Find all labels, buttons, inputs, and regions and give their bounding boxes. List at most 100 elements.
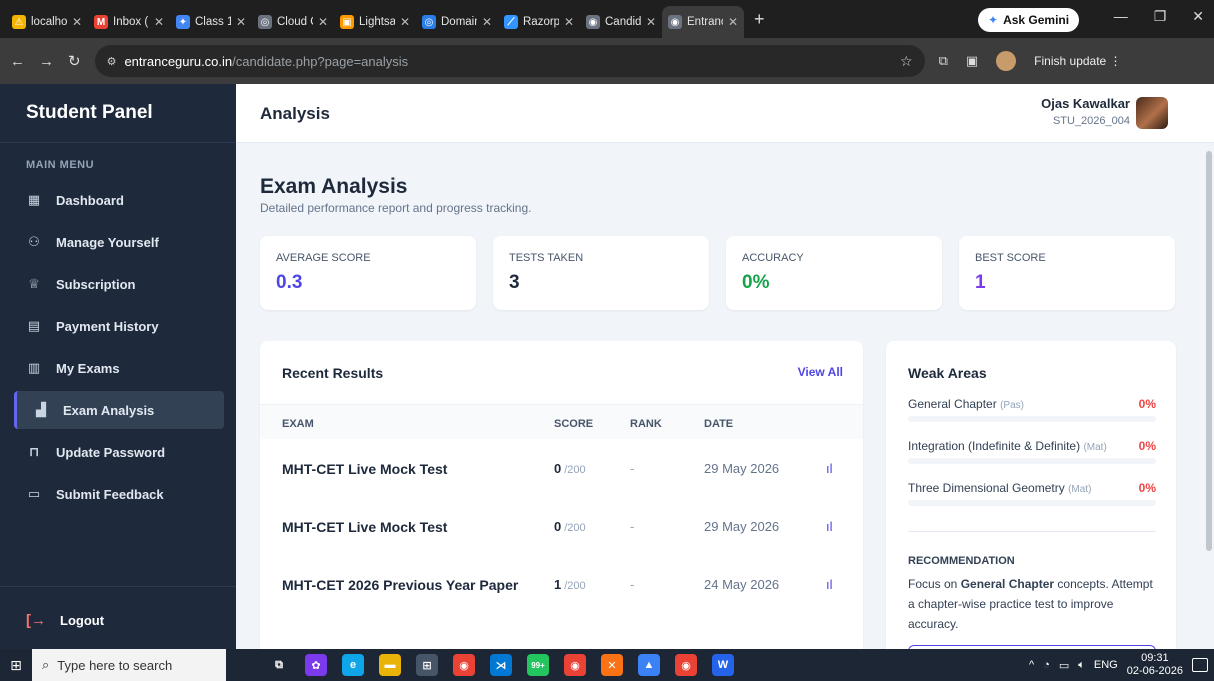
tab-close-icon[interactable]: ✕ bbox=[400, 15, 410, 29]
tab-favicon-icon: ◎ bbox=[258, 15, 272, 29]
sidebar-item-payment-history[interactable]: ▤ Payment History bbox=[14, 307, 224, 345]
volume-icon[interactable]: 🔈︎ bbox=[1078, 659, 1085, 672]
page-scrollbar[interactable] bbox=[1204, 143, 1214, 649]
table-row[interactable]: MHT-CET 2026 Previous Year Paper 1/200 - 24… bbox=[260, 555, 863, 613]
section-subtitle: Detailed performance report and progress… bbox=[260, 201, 532, 215]
sidebar-item-subscription[interactable]: ♕ Subscription bbox=[14, 265, 224, 303]
vscode-icon[interactable]: ⋊ bbox=[490, 654, 512, 676]
ask-gemini-label: Ask Gemini bbox=[1003, 13, 1070, 27]
minimize-icon[interactable]: — bbox=[1114, 8, 1128, 25]
reload-icon[interactable]: ↻ bbox=[68, 52, 81, 70]
file-explorer-icon[interactable]: ▬ bbox=[379, 654, 401, 676]
subject-tag: (Mat) bbox=[1068, 484, 1092, 495]
col-rank: RANK bbox=[630, 418, 662, 430]
site-info-icon[interactable]: ⚙ bbox=[107, 55, 117, 68]
windows-taskbar: ⊞ ⌕ Type here to search ⧉ ✿ e ▬ ⊞ ◉ ⋊ 99+ ◉ ✕ ▲ ◉ W … bbox=[0, 649, 1214, 681]
browser-tab[interactable]: ✦ Class 1: ✕ bbox=[170, 8, 252, 36]
tab-close-icon[interactable]: ✕ bbox=[482, 15, 492, 29]
task-view-icon[interactable]: ⧉ bbox=[268, 654, 290, 676]
xampp-icon[interactable]: ✕ bbox=[601, 654, 623, 676]
back-icon[interactable]: ← bbox=[10, 53, 25, 70]
view-all-link[interactable]: View All bbox=[798, 365, 843, 379]
close-window-icon[interactable]: ✕ bbox=[1192, 8, 1204, 25]
finish-update-label: Finish update bbox=[1034, 54, 1107, 68]
browser-tab[interactable]: ▣ Lightsa ✕ bbox=[334, 8, 416, 36]
tab-favicon-icon: ▣ bbox=[340, 15, 354, 29]
sidebar-item-update-password[interactable]: ⊓ Update Password bbox=[14, 433, 224, 471]
rec-focus-topic: General Chapter bbox=[960, 577, 1055, 591]
store-icon[interactable]: ⊞ bbox=[416, 654, 438, 676]
tab-close-icon[interactable]: ✕ bbox=[728, 15, 738, 29]
url-domain: entranceguru.co.in bbox=[124, 53, 233, 69]
browser-tab[interactable]: ◎ Domain ✕ bbox=[416, 8, 498, 36]
logout-button[interactable]: [→ Logout bbox=[26, 612, 104, 629]
avatar[interactable] bbox=[1136, 97, 1168, 129]
copilot-icon[interactable]: ✿ bbox=[305, 654, 327, 676]
scrollbar-thumb[interactable] bbox=[1206, 151, 1212, 551]
word-icon[interactable]: W bbox=[712, 654, 734, 676]
reading-list-icon[interactable]: ▣ bbox=[966, 53, 978, 69]
user-id: STU_2026_004 bbox=[1052, 115, 1130, 127]
exam-name: MHT-CET Live Mock Test bbox=[282, 519, 448, 535]
chrome-icon[interactable]: ◉ bbox=[453, 654, 475, 676]
chrome-icon-2[interactable]: ◉ bbox=[564, 654, 586, 676]
clock[interactable]: 09:31 02-06-2026 bbox=[1127, 652, 1183, 678]
app-icon[interactable]: ▲ bbox=[638, 654, 660, 676]
address-bar[interactable]: ⚙ entranceguru.co.in/candidate.php?page=… bbox=[94, 45, 925, 77]
profile-avatar[interactable] bbox=[996, 51, 1017, 71]
tab-close-icon[interactable]: ✕ bbox=[154, 15, 164, 29]
bar-chart-icon[interactable]: ıl bbox=[826, 519, 833, 534]
ask-gemini-button[interactable]: ✦ Ask Gemini bbox=[978, 8, 1080, 32]
tab-favicon-icon: ◉ bbox=[586, 15, 600, 29]
section-title: Exam Analysis bbox=[260, 175, 408, 198]
taskbar-search-box[interactable]: ⌕ Type here to search bbox=[32, 649, 226, 681]
stat-label: TESTS TAKEN bbox=[509, 252, 584, 264]
tab-close-icon[interactable]: ✕ bbox=[646, 15, 656, 29]
stat-label: ACCURACY bbox=[742, 252, 804, 264]
sidebar-item-exam-analysis[interactable]: ▟ Exam Analysis bbox=[14, 391, 224, 429]
edge-icon[interactable]: e bbox=[342, 654, 364, 676]
exam-name: MHT-CET 2026 Previous Year Paper bbox=[282, 577, 519, 593]
bar-chart-icon[interactable]: ıl bbox=[826, 577, 833, 592]
sidebar-item-my-exams[interactable]: ▥ My Exams bbox=[14, 349, 224, 387]
battery-icon[interactable]: ▭ bbox=[1059, 659, 1069, 672]
sidebar-item-submit-feedback[interactable]: ▭ Submit Feedback bbox=[14, 475, 224, 513]
extensions-icon[interactable]: ⧉ bbox=[939, 53, 948, 69]
subject-tag: (Mat) bbox=[1083, 442, 1107, 453]
tray-chevron-icon[interactable]: ^ bbox=[1029, 659, 1034, 671]
tab-favicon-icon: ◎ bbox=[422, 15, 436, 29]
bookmark-star-icon[interactable]: ☆ bbox=[900, 53, 913, 70]
weak-area-progress-bar bbox=[908, 500, 1156, 506]
tab-close-icon[interactable]: ✕ bbox=[318, 15, 328, 29]
tab-close-icon[interactable]: ✕ bbox=[72, 15, 82, 29]
windows-start-icon[interactable]: ⊞ bbox=[0, 649, 32, 681]
browser-tab[interactable]: ◎ Cloud C ✕ bbox=[252, 8, 334, 36]
language-indicator[interactable]: ENG bbox=[1094, 659, 1118, 671]
table-row[interactable]: MHT-CET Live Mock Test 0/200 - 29 May 2026 ı… bbox=[260, 497, 863, 555]
browser-tab[interactable]: ⟋ Razorp ✕ bbox=[498, 8, 580, 36]
browser-tab[interactable]: ⚠ localho ✕ bbox=[6, 8, 88, 36]
table-row[interactable]: MHT-CET Live Mock Test 0/200 - 29 May 2026 ı… bbox=[260, 439, 863, 497]
weak-area-name: General Chapter (Pas) bbox=[908, 397, 1156, 411]
tab-favicon-icon: ⚠ bbox=[12, 15, 26, 29]
browser-tab[interactable]: M Inbox (✕ bbox=[88, 8, 170, 36]
restore-icon[interactable]: ❐ bbox=[1154, 8, 1167, 25]
finish-update-button[interactable]: Finish update ⋮ bbox=[1034, 54, 1121, 68]
tab-close-icon[interactable]: ✕ bbox=[236, 15, 246, 29]
sidebar-item-dashboard[interactable]: ▦ Dashboard bbox=[14, 181, 224, 219]
bar-chart-icon: ▟ bbox=[36, 402, 46, 417]
clock-date: 02-06-2026 bbox=[1126, 665, 1183, 677]
forward-icon[interactable]: → bbox=[39, 53, 54, 70]
sidebar: Student Panel MAIN MENU ▦ Dashboard ⚇ Manag… bbox=[0, 84, 236, 649]
bar-chart-icon[interactable]: ıl bbox=[826, 461, 833, 476]
browser-tab[interactable]: ◉ Entranc ✕ bbox=[662, 6, 744, 38]
tab-close-icon[interactable]: ✕ bbox=[564, 15, 574, 29]
sidebar-item-manage-yourself[interactable]: ⚇ Manage Yourself bbox=[14, 223, 224, 261]
chrome-icon-3[interactable]: ◉ bbox=[675, 654, 697, 676]
weak-divider bbox=[908, 531, 1156, 532]
network-icon[interactable]: ◔ bbox=[1043, 659, 1050, 671]
new-tab-button[interactable]: + bbox=[754, 9, 765, 30]
notifications-icon[interactable] bbox=[1192, 658, 1208, 672]
browser-tab[interactable]: ◉ Candid ✕ bbox=[580, 8, 662, 36]
whatsapp-icon[interactable]: 99+ bbox=[527, 654, 549, 676]
